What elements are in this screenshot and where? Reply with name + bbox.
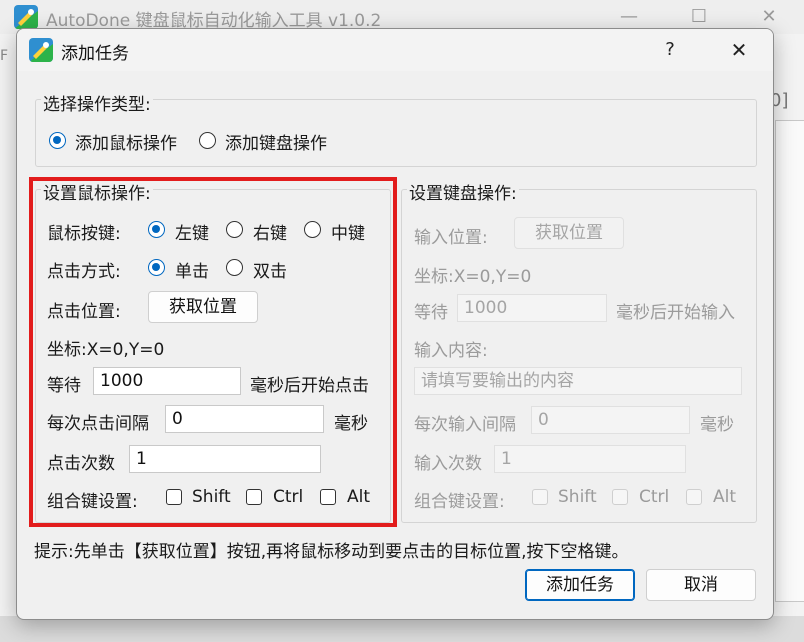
maximize-icon[interactable]: ☐ [686,4,712,30]
right-button-radio[interactable] [226,221,243,238]
input-position-label: 输入位置: [414,228,488,248]
input-count-input[interactable]: 1 [494,445,686,473]
dialog-logo-icon [29,38,53,62]
op-type-title: 选择操作类型: [41,90,153,115]
left-button-radio[interactable] [148,221,165,238]
keyboard-wait-input[interactable]: 1000 [457,294,607,322]
click-count-input[interactable]: 1 [129,445,321,473]
single-click-radio[interactable] [148,259,165,276]
mouse-wait-suffix: 毫秒后开始点击 [250,376,369,396]
mouse-wait-prefix: 等待 [47,376,81,396]
hint-text: 提示:先单击【获取位置】按钮,再将鼠标移动到要点击的目标位置,按下空格键。 [34,542,629,562]
click-interval-input[interactable]: 0 [165,405,324,433]
input-content-field[interactable]: 请填写要输出的内容 [414,367,742,395]
right-button-label[interactable]: 右键 [253,219,287,244]
input-interval-unit: 毫秒 [700,415,734,435]
click-interval-unit: 毫秒 [334,414,368,434]
middle-button-label[interactable]: 中键 [331,219,365,244]
mouse-wait-input[interactable]: 1000 [93,367,241,395]
single-click-label[interactable]: 单击 [175,257,209,282]
close-button[interactable]: ✕ [723,37,755,63]
keyboard-op-radio[interactable] [199,132,216,149]
keyboard-ctrl-checkbox[interactable] [612,489,628,505]
dialog-title: 添加任务 [61,44,129,64]
mouse-coords: 坐标:X=0,Y=0 [47,340,165,360]
mouse-alt-checkbox[interactable] [320,489,336,505]
double-click-label[interactable]: 双击 [253,257,287,282]
add-task-button[interactable]: 添加任务 [525,569,635,601]
keyboard-shift-label[interactable]: Shift [558,487,597,507]
mouse-get-position-button[interactable]: 获取位置 [148,291,258,323]
keyboard-wait-suffix: 毫秒后开始输入 [616,303,735,323]
mouse-shift-checkbox[interactable] [166,489,182,505]
cancel-button[interactable]: 取消 [646,569,756,601]
mouse-button-label: 鼠标按键: [47,224,121,244]
main-right-panel [775,120,804,602]
minimize-icon[interactable]: — [616,4,642,30]
keyboard-alt-label[interactable]: Alt [713,487,736,507]
keyboard-alt-checkbox[interactable] [686,489,702,505]
keyboard-coords: 坐标:X=0,Y=0 [414,267,532,287]
keyboard-wait-prefix: 等待 [414,303,448,323]
input-count-label: 输入次数 [414,454,482,474]
click-interval-label: 每次点击间隔 [47,414,149,434]
input-interval-input[interactable]: 0 [531,406,690,434]
app-logo-icon [14,5,38,29]
click-count-label: 点击次数 [47,454,115,474]
keyboard-ctrl-label[interactable]: Ctrl [639,487,669,507]
mouse-op-radio[interactable] [49,132,66,149]
main-side-text: F [0,48,9,64]
mouse-op-label[interactable]: 添加鼠标操作 [75,129,177,154]
mouse-ctrl-checkbox[interactable] [246,489,262,505]
keyboard-shift-checkbox[interactable] [532,489,548,505]
double-click-radio[interactable] [226,259,243,276]
mouse-alt-label[interactable]: Alt [347,487,370,507]
middle-button-radio[interactable] [304,221,321,238]
mouse-combo-label: 组合键设置: [47,492,138,512]
mouse-ctrl-label[interactable]: Ctrl [273,487,303,507]
mouse-settings-title: 设置鼠标操作: [41,179,153,204]
close-main-icon[interactable]: ✕ [756,4,782,30]
add-task-dialog: 添加任务 ? ✕ 选择操作类型: 添加鼠标操作 添加键盘操作 设置鼠标操作: 鼠… [16,28,774,620]
keyboard-settings-title: 设置键盘操作: [407,179,519,204]
click-type-label: 点击方式: [47,262,121,282]
input-interval-label: 每次输入间隔 [414,415,516,435]
input-content-label: 输入内容: [414,341,488,361]
keyboard-get-position-button[interactable]: 获取位置 [514,217,624,249]
dialog-titlebar: 添加任务 ? ✕ [17,29,773,71]
left-button-label[interactable]: 左键 [175,219,209,244]
keyboard-op-label[interactable]: 添加键盘操作 [225,129,327,154]
click-position-label: 点击位置: [47,302,121,322]
keyboard-combo-label: 组合键设置: [414,492,505,512]
mouse-shift-label[interactable]: Shift [192,487,231,507]
help-button[interactable]: ? [657,37,683,63]
